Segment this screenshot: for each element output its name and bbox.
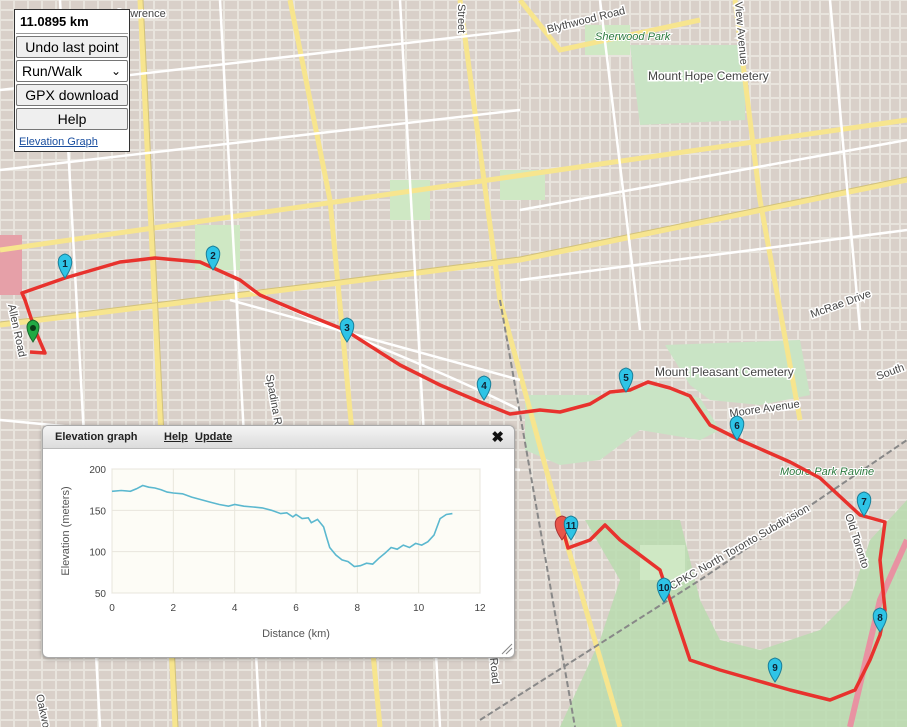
x-tick-label: 10 <box>413 603 425 614</box>
distance-marker-label: 5 <box>623 373 629 384</box>
undo-button[interactable]: Undo last point <box>16 36 128 58</box>
control-panel: 11.0895 km Undo last point Run/Walk ⌄ GP… <box>14 9 130 152</box>
distance-marker-label: 2 <box>210 251 216 262</box>
x-tick-label: 6 <box>293 603 299 614</box>
y-axis-title: Elevation (meters) <box>60 486 72 575</box>
mode-select-value: Run/Walk <box>22 63 83 79</box>
distance-marker-label: 11 <box>566 521 577 532</box>
y-tick-label: 100 <box>89 548 106 559</box>
distance-marker-label: 6 <box>734 421 740 432</box>
close-icon[interactable]: ✖ <box>491 428 504 446</box>
elevation-chart: 200 150 100 50 0 2 4 6 8 10 12 Distance (km) Elev… <box>60 465 513 655</box>
mount-hope-cemetery-area <box>630 45 745 125</box>
y-tick-label: 150 <box>89 506 106 517</box>
elevation-graph-link[interactable]: Elevation Graph <box>16 132 128 149</box>
park-label-mount-pleasant: Mount Pleasant Cemetery <box>655 365 794 379</box>
help-button[interactable]: Help <box>16 108 128 130</box>
x-axis-title: Distance (km) <box>262 628 330 640</box>
y-tick-label: 50 <box>95 589 107 600</box>
elevation-window: Elevation graph Help Update ✖ 200 150 100 5… <box>42 425 515 658</box>
x-tick-labels: 0 2 4 6 8 10 12 <box>109 603 486 614</box>
distance-marker-label: 4 <box>481 381 487 392</box>
distance-marker-label: 8 <box>877 613 883 624</box>
x-tick-label: 0 <box>109 603 115 614</box>
street-label-street: Street <box>455 4 467 33</box>
x-tick-label: 4 <box>232 603 238 614</box>
mode-select[interactable]: Run/Walk ⌄ <box>16 60 128 82</box>
street-label-road: Road <box>487 657 501 684</box>
x-tick-label: 8 <box>355 603 361 614</box>
y-tick-label: 200 <box>89 465 106 476</box>
distance-marker-label: 3 <box>344 323 350 334</box>
x-tick-label: 2 <box>171 603 177 614</box>
distance-marker-label: 10 <box>658 583 670 594</box>
elevation-update-link[interactable]: Update <box>195 431 232 443</box>
elevation-window-title: Elevation graph <box>55 431 138 443</box>
railway-land <box>0 235 22 295</box>
park-label-sherwood: Sherwood Park <box>595 31 671 43</box>
elevation-help-link[interactable]: Help <box>164 431 188 443</box>
distance-readout: 11.0895 km <box>16 11 128 34</box>
distance-marker-label: 9 <box>772 663 778 674</box>
elevation-window-header[interactable]: Elevation graph Help Update ✖ <box>43 426 514 449</box>
y-tick-labels: 200 150 100 50 <box>89 465 106 600</box>
gpx-download-button[interactable]: GPX download <box>16 84 128 106</box>
x-tick-label: 12 <box>474 603 486 614</box>
distance-marker-label: 1 <box>62 259 68 270</box>
resize-handle[interactable] <box>501 643 513 655</box>
distance-marker-label: 7 <box>861 497 867 508</box>
park-label-moore-ravine: Moore Park Ravine <box>780 466 874 478</box>
park-label-mount-hope: Mount Hope Cemetery <box>648 69 769 83</box>
chevron-down-icon: ⌄ <box>110 64 121 78</box>
